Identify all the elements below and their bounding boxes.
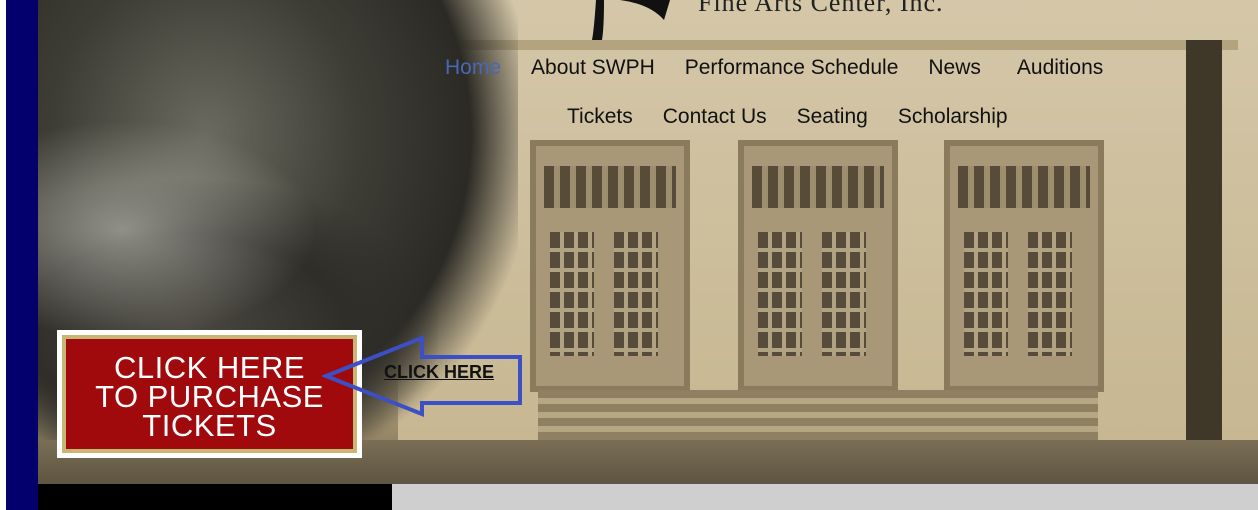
nav-scholarship[interactable]: Scholarship — [898, 105, 1008, 129]
ticket-banner-line3: TICKETS — [142, 408, 277, 443]
logo-text: Fine Arts Center, Inc. — [698, 0, 944, 17]
nav-auditions[interactable]: Auditions — [1017, 56, 1103, 80]
ticket-banner-line1: CLICK HERE — [113, 350, 306, 385]
nav-row-primary: Home About SWPH Performance Schedule New… — [445, 56, 1133, 80]
click-here-link[interactable]: CLICK HERE — [384, 362, 494, 383]
purchase-tickets-button[interactable]: CLICK HERE TO PURCHASE TICKETS — [57, 330, 362, 458]
hero-haze — [38, 120, 318, 340]
hero-cornice — [418, 40, 1238, 50]
logo-mark-icon — [592, 0, 670, 40]
content-left-panel — [38, 484, 392, 510]
nav-news[interactable]: News — [928, 56, 981, 80]
ticket-banner-face: CLICK HERE TO PURCHASE TICKETS — [66, 339, 353, 449]
hero-door — [530, 140, 690, 392]
nav-contact-us[interactable]: Contact Us — [663, 105, 767, 129]
hero-pillar — [1186, 40, 1222, 440]
hero-door — [738, 140, 898, 392]
left-edge — [0, 0, 6, 510]
nav-performance-schedule[interactable]: Performance Schedule — [685, 56, 899, 80]
nav-tickets[interactable]: Tickets — [567, 105, 633, 129]
ticket-banner-border: CLICK HERE TO PURCHASE TICKETS — [62, 335, 357, 453]
hero-steps — [538, 390, 1098, 440]
nav-row-secondary: Tickets Contact Us Seating Scholarship — [567, 105, 1038, 129]
nav-about-swph[interactable]: About SWPH — [531, 56, 655, 80]
content-main-panel — [392, 484, 1258, 510]
hero-door — [944, 140, 1104, 392]
nav-seating[interactable]: Seating — [797, 105, 868, 129]
ticket-banner-line2: TO PURCHASE — [95, 379, 324, 414]
nav-home[interactable]: Home — [445, 56, 501, 80]
